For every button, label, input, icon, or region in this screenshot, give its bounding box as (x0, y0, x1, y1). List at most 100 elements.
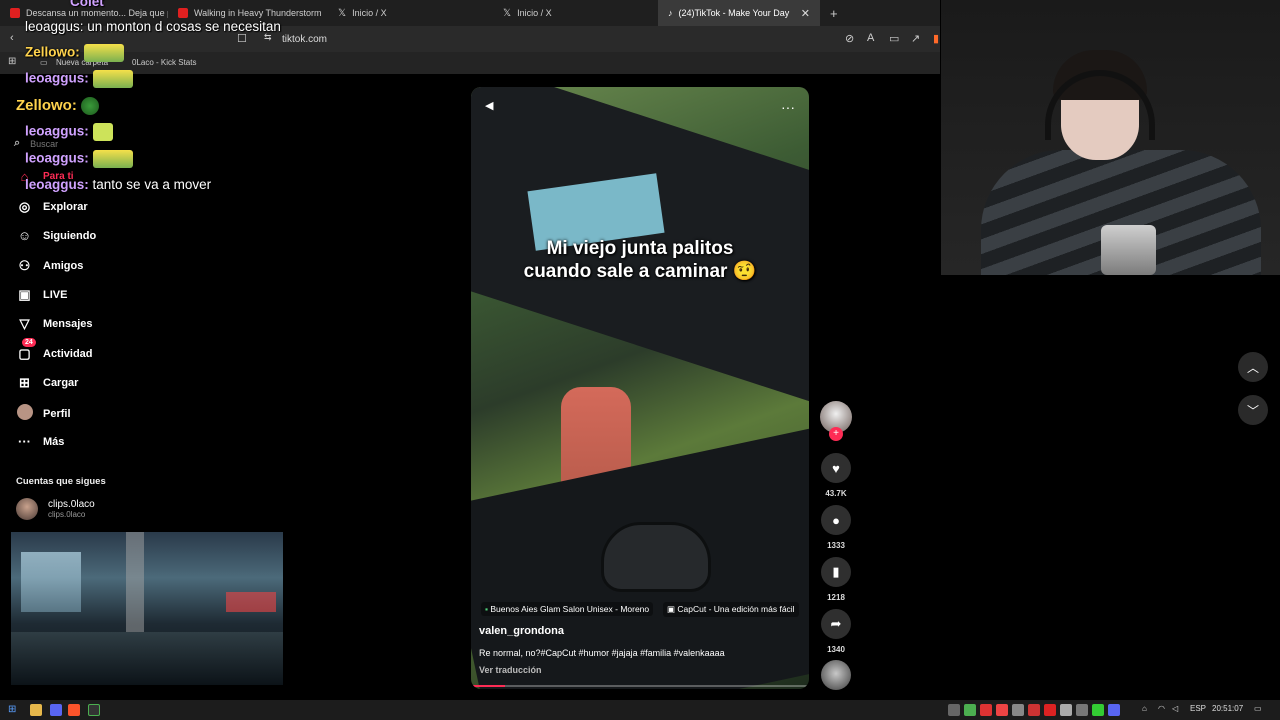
location-tag[interactable]: ▪ Buenos Aies Glam Salon Unisex - Moreno (481, 602, 654, 616)
save-count: 1218 (827, 593, 845, 602)
video-player[interactable]: ◀ ··· Mi viejo junta palitos cuando sale… (471, 87, 809, 689)
windows-start-icon[interactable]: ⊞ (8, 704, 20, 716)
avatar (16, 498, 38, 520)
chat-message: Colet (70, 0, 104, 9)
profile-icon (16, 404, 33, 423)
rain-city-overlay-image (11, 532, 283, 685)
chat-message: leoaggus: (25, 123, 113, 141)
tray-icon[interactable] (996, 704, 1008, 716)
chat-message: leoaggus: tanto se va a mover (25, 177, 212, 192)
sidebar-item-mas[interactable]: ··· Más (16, 434, 64, 449)
video-progress-fill (471, 685, 505, 687)
sidebar-item-mensajes[interactable]: ▽ Mensajes (16, 316, 93, 332)
chat-message: leoaggus: un monton d cosas se necesitan (25, 19, 281, 34)
notification-badge: 24 (22, 338, 36, 347)
language-indicator[interactable]: ESP (1190, 704, 1206, 713)
tray-icon[interactable] (964, 704, 976, 716)
chat-emote (83, 44, 124, 62)
browser-tab-active[interactable]: ♪ (24)TikTok - Make Your Day ✕ (658, 0, 820, 26)
mute-icon[interactable]: ⊘ (845, 32, 854, 45)
more-options-icon[interactable]: ··· (781, 99, 795, 115)
friends-icon: ⚇ (18, 258, 31, 273)
comment-icon: ● (821, 505, 851, 535)
tray-icon[interactable] (1012, 704, 1024, 716)
bookmark-link[interactable]: 0Laco - Kick Stats (132, 58, 196, 67)
follow-plus-icon[interactable]: + (829, 427, 843, 441)
clock[interactable]: 20:51:07 (1212, 704, 1243, 713)
messages-icon: ▽ (19, 316, 30, 331)
url-text[interactable]: tiktok.com (282, 34, 327, 45)
sidebar-item-live[interactable]: ▣ LIVE (16, 287, 67, 303)
sidebar-item-amigos[interactable]: ⚇ Amigos (16, 258, 84, 274)
tray-icon[interactable] (1108, 704, 1120, 716)
tiktok-logo-icon: ♪ (668, 8, 673, 18)
video-description: Re normal, no?#CapCut #humor #jajaja #fa… (479, 648, 725, 658)
heart-icon: ♥ (821, 453, 851, 483)
followed-account[interactable]: clips.0laco clips.0laco (16, 498, 95, 520)
search-icon: ⌕ (14, 137, 21, 149)
file-explorer-icon[interactable] (30, 704, 42, 716)
like-count: 43.7K (825, 489, 847, 498)
close-tab-icon[interactable]: ✕ (801, 7, 810, 20)
x-logo-icon: 𝕏 (338, 7, 347, 19)
previous-video-button[interactable]: ︿ (1238, 352, 1268, 382)
tray-icon[interactable] (1076, 704, 1088, 716)
brave-icon[interactable] (68, 704, 80, 716)
comment-button[interactable]: ● 1333 (820, 505, 852, 550)
share-button[interactable]: ➦ 1340 (820, 609, 852, 654)
compass-icon: ◎ (18, 199, 31, 214)
volume-tray-icon[interactable]: ◁ (1172, 704, 1178, 713)
like-button[interactable]: ♥ 43.7K (820, 453, 852, 498)
discord-icon[interactable] (50, 704, 62, 716)
translate-link[interactable]: Ver traducción (479, 665, 542, 675)
sidebar-item-siguiendo[interactable]: ☺ Siguiendo (16, 228, 96, 243)
brave-icon[interactable]: ▮ (933, 32, 939, 45)
obs-icon[interactable] (88, 704, 100, 716)
network-icon[interactable]: ⌂ (1142, 704, 1147, 713)
share-count: 1340 (827, 645, 845, 654)
browser-tab[interactable]: 𝕏 Inicio / X (493, 0, 658, 26)
video-author[interactable]: valen_grondona (479, 625, 564, 637)
chat-message: Zellowo: (16, 97, 99, 116)
share-arrow-icon: ➦ (821, 609, 851, 639)
next-video-button[interactable]: ﹀ (1238, 395, 1268, 425)
save-button[interactable]: ▮ 1218 (820, 557, 852, 602)
sidebar-item-explorar[interactable]: ◎ Explorar (16, 199, 88, 215)
sound-avatar[interactable] (821, 660, 851, 690)
mate-cup (1101, 225, 1156, 275)
cast-icon[interactable]: ▭ (889, 32, 899, 45)
sidebar-item-cargar[interactable]: ⊞ Cargar (16, 375, 78, 391)
account-handle: clips.0laco (48, 510, 86, 519)
chat-emote (80, 97, 99, 116)
video-caption: Mi viejo junta palitos cuando sale a cam… (523, 238, 757, 282)
tray-icon[interactable] (1060, 704, 1072, 716)
tray-icon[interactable] (948, 704, 960, 716)
share-icon[interactable]: ↗ (911, 32, 920, 45)
browser-tab[interactable]: 𝕏 Inicio / X (328, 0, 493, 26)
x-logo-icon: 𝕏 (503, 7, 512, 19)
tray-icon[interactable] (1028, 704, 1040, 716)
windows-taskbar: ⊞ ⌂ ◠ ◁ ESP 20:51:07 ▭ (0, 700, 1280, 720)
youtube-icon (178, 8, 188, 18)
tray-icon[interactable] (1092, 704, 1104, 716)
translate-icon[interactable]: A (867, 32, 874, 44)
chat-emote (92, 70, 133, 88)
chevron-down-icon: ﹀ (1246, 403, 1259, 418)
tray-icon[interactable] (1044, 704, 1056, 716)
following-icon: ☺ (17, 228, 32, 243)
apps-grid-icon[interactable]: ⊞ (8, 56, 16, 67)
plus-icon[interactable]: + (820, 6, 848, 21)
back-icon[interactable]: ‹ (10, 32, 14, 44)
wifi-icon[interactable]: ◠ (1158, 704, 1165, 713)
tray-icon[interactable] (980, 704, 992, 716)
chat-emote (92, 123, 113, 141)
sidebar-item-perfil[interactable]: Perfil (16, 404, 71, 423)
capcut-tag[interactable]: ▣ CapCut - Una edición más fácil (663, 602, 799, 617)
volume-icon[interactable]: ◀ (485, 99, 493, 112)
location-icon: ▪ (485, 604, 489, 614)
video-progress-bar[interactable] (471, 685, 809, 687)
notifications-icon[interactable]: ▭ (1254, 704, 1262, 713)
youtube-icon (10, 8, 20, 18)
chat-emote (92, 150, 133, 168)
sidebar-item-actividad[interactable]: ▢ 24 Actividad (16, 338, 93, 362)
